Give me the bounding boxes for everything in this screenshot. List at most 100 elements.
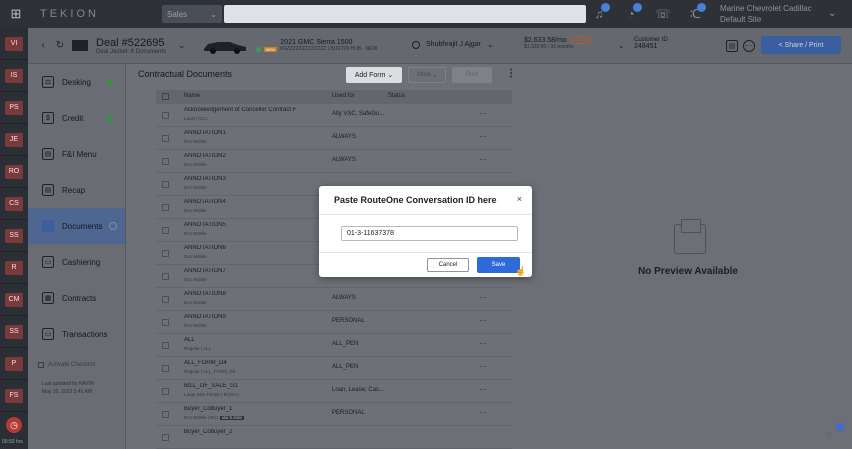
chevron-down-icon: ⌄ bbox=[387, 72, 394, 79]
vehicle-info[interactable]: 2021 GMC Sierra 1500 NEW #GZZZZZZZZZZZZZ… bbox=[255, 39, 377, 52]
sidebar-item-label: Credit bbox=[62, 113, 84, 123]
table-row[interactable]: Acknowledgement of Conceller Contract F L… bbox=[156, 104, 512, 127]
row-checkbox[interactable] bbox=[162, 319, 169, 326]
folder-icon[interactable] bbox=[72, 40, 88, 51]
app-logo: TEKION bbox=[40, 8, 99, 20]
phone-icon[interactable]: ☏ bbox=[652, 4, 674, 24]
refresh-icon[interactable]: ↻ bbox=[52, 40, 68, 51]
row-actions-icon[interactable]: ··· bbox=[479, 293, 487, 302]
rail-item[interactable]: JE bbox=[0, 124, 28, 156]
last-updated-by: Last updated by RAYIR bbox=[42, 381, 94, 387]
cancel-button[interactable]: Cancel bbox=[427, 258, 469, 272]
row-checkbox[interactable] bbox=[162, 388, 169, 395]
rail-item-label: SS bbox=[5, 324, 23, 339]
table-row[interactable]: ANNOTATION9 Doc Mobile PERSONAL ··· bbox=[156, 311, 512, 334]
sidebar-item-recap[interactable]: ▤ Recap bbox=[28, 172, 125, 208]
table-row[interactable]: ANNOTATION1 Doc Mobile ALWAYS ··· bbox=[156, 127, 512, 150]
add-form-button[interactable]: Add Form ⌄ bbox=[346, 67, 402, 83]
rail-item[interactable]: R bbox=[0, 252, 28, 284]
row-checkbox[interactable] bbox=[162, 365, 169, 372]
rail-item[interactable]: CM bbox=[0, 284, 28, 316]
share-print-button[interactable]: < Share / Print bbox=[761, 36, 841, 54]
more-icon[interactable]: ⋯ bbox=[743, 40, 755, 52]
rail-item[interactable]: IS bbox=[0, 60, 28, 92]
agent-select[interactable]: Shubhrajit J Ajgar ⌄ bbox=[412, 40, 494, 49]
activate-checklist[interactable]: Activate Checklist bbox=[38, 362, 95, 368]
recap-icon: ▤ bbox=[42, 184, 54, 196]
notification-bell-icon[interactable]: ♫ bbox=[588, 3, 610, 24]
row-actions-icon[interactable]: ··· bbox=[479, 339, 487, 348]
row-checkbox[interactable] bbox=[162, 112, 169, 119]
row-checkbox[interactable] bbox=[162, 158, 169, 165]
kebab-menu-icon[interactable]: ⋮ bbox=[506, 68, 516, 79]
rail-item[interactable]: FS bbox=[0, 380, 28, 412]
sidebar-item-documents[interactable]: Documents bbox=[28, 208, 125, 244]
select-all-checkbox[interactable] bbox=[162, 93, 169, 100]
module-select[interactable]: Sales ⌄ bbox=[162, 5, 222, 23]
rail-item[interactable]: CS bbox=[0, 188, 28, 220]
print-button[interactable]: Print bbox=[452, 67, 492, 83]
row-actions-icon[interactable]: ··· bbox=[479, 155, 487, 164]
rail-item[interactable]: SS bbox=[0, 316, 28, 348]
document-used-for: PERSONAL bbox=[332, 318, 365, 324]
row-checkbox[interactable] bbox=[162, 227, 169, 234]
chevron-down-icon: ⌄ bbox=[210, 9, 217, 19]
rail-item[interactable]: SS bbox=[0, 220, 28, 252]
back-icon[interactable]: ‹ bbox=[34, 40, 52, 51]
table-row[interactable]: Buyer_Cobuyer_1 Doc Mobile | RCI MULTI-SIG… bbox=[156, 403, 512, 426]
table-row[interactable]: ALL_FORM_D4 Regular | ALL_FORM_D4 ALL_PEN ·… bbox=[156, 357, 512, 380]
apps-grid-icon[interactable]: ⊞ bbox=[0, 0, 32, 28]
close-icon[interactable]: × bbox=[517, 194, 522, 204]
row-checkbox[interactable] bbox=[162, 342, 169, 349]
save-button[interactable]: Save bbox=[477, 257, 520, 273]
document-subtitle: Doc Mobile bbox=[184, 162, 207, 167]
conversation-id-input[interactable] bbox=[341, 226, 518, 241]
sidebar-item-contracts[interactable]: ▦ Contracts bbox=[28, 280, 125, 316]
chat-icon[interactable]: ◔ bbox=[620, 3, 642, 24]
sidebar-item-cashiering[interactable]: ▭ Cashiering bbox=[28, 244, 125, 280]
store-button[interactable]: Store ⌄ bbox=[408, 67, 446, 83]
table-row[interactable]: Buyer_Cobuyer_2 bbox=[156, 426, 512, 449]
agent-name: Shubhrajit J Ajgar bbox=[426, 41, 481, 48]
sidebar-item-desking[interactable]: ⚖ Desking bbox=[28, 64, 125, 100]
row-checkbox[interactable] bbox=[162, 204, 169, 211]
payment-chevron-icon[interactable]: ⌄ bbox=[618, 41, 625, 50]
row-checkbox[interactable] bbox=[162, 181, 169, 188]
clock-icon[interactable]: ◷ bbox=[6, 417, 22, 433]
row-actions-icon[interactable]: ··· bbox=[479, 385, 487, 394]
row-checkbox[interactable] bbox=[162, 434, 169, 441]
table-row[interactable]: ALL Regular | ALL ALL_PEN ··· bbox=[156, 334, 512, 357]
column-header-used-for: Used for bbox=[332, 93, 355, 99]
help-chat-icon[interactable]: ◌ bbox=[826, 423, 844, 443]
sidebar-item-transactions[interactable]: ▭ Transactions bbox=[28, 316, 125, 352]
rail-item[interactable]: VI bbox=[0, 28, 28, 60]
global-search-input[interactable] bbox=[224, 5, 586, 23]
document-subtitle-text: Doc Mobile | RCI bbox=[184, 415, 218, 420]
table-row[interactable]: ANNOTATION2 Doc Mobile ALWAYS ··· bbox=[156, 150, 512, 173]
dealer-info[interactable]: Marine Chevrolet Cadillac Default Site bbox=[720, 3, 812, 25]
row-checkbox[interactable] bbox=[162, 135, 169, 142]
dealer-site: Default Site bbox=[720, 15, 762, 24]
row-checkbox[interactable] bbox=[162, 250, 169, 257]
rail-item[interactable]: PS bbox=[0, 92, 28, 124]
table-row[interactable]: ANNOTATION8 Doc Mobile ALWAYS ··· bbox=[156, 288, 512, 311]
rail-item[interactable]: P bbox=[0, 348, 28, 380]
row-actions-icon[interactable]: ··· bbox=[479, 132, 487, 141]
row-actions-icon[interactable]: ··· bbox=[479, 316, 487, 325]
dialog-divider bbox=[319, 252, 532, 253]
dealer-chevron-icon[interactable]: ⌄ bbox=[828, 8, 836, 19]
row-checkbox[interactable] bbox=[162, 411, 169, 418]
row-actions-icon[interactable]: ··· bbox=[479, 362, 487, 371]
row-actions-icon[interactable]: ··· bbox=[479, 109, 487, 118]
sidebar-item-credit[interactable]: $ Credit bbox=[28, 100, 125, 136]
notes-icon[interactable]: ▤ bbox=[726, 40, 738, 52]
payment-summary[interactable]: $2,633.58/mo Loan $1,333.80 / 36 months bbox=[524, 36, 592, 50]
deal-chevron-icon[interactable]: ⌄ bbox=[178, 40, 186, 51]
rail-item[interactable]: RO bbox=[0, 156, 28, 188]
sidebar-item-fi-menu[interactable]: ▤ F&I Menu bbox=[28, 136, 125, 172]
row-actions-icon[interactable]: ··· bbox=[479, 408, 487, 417]
row-checkbox[interactable] bbox=[162, 296, 169, 303]
alerts-icon[interactable]: ᑥ bbox=[684, 3, 706, 24]
table-row[interactable]: BILL_OF_SALE_G1 Large Size Printer | BOSG… bbox=[156, 380, 512, 403]
row-checkbox[interactable] bbox=[162, 273, 169, 280]
